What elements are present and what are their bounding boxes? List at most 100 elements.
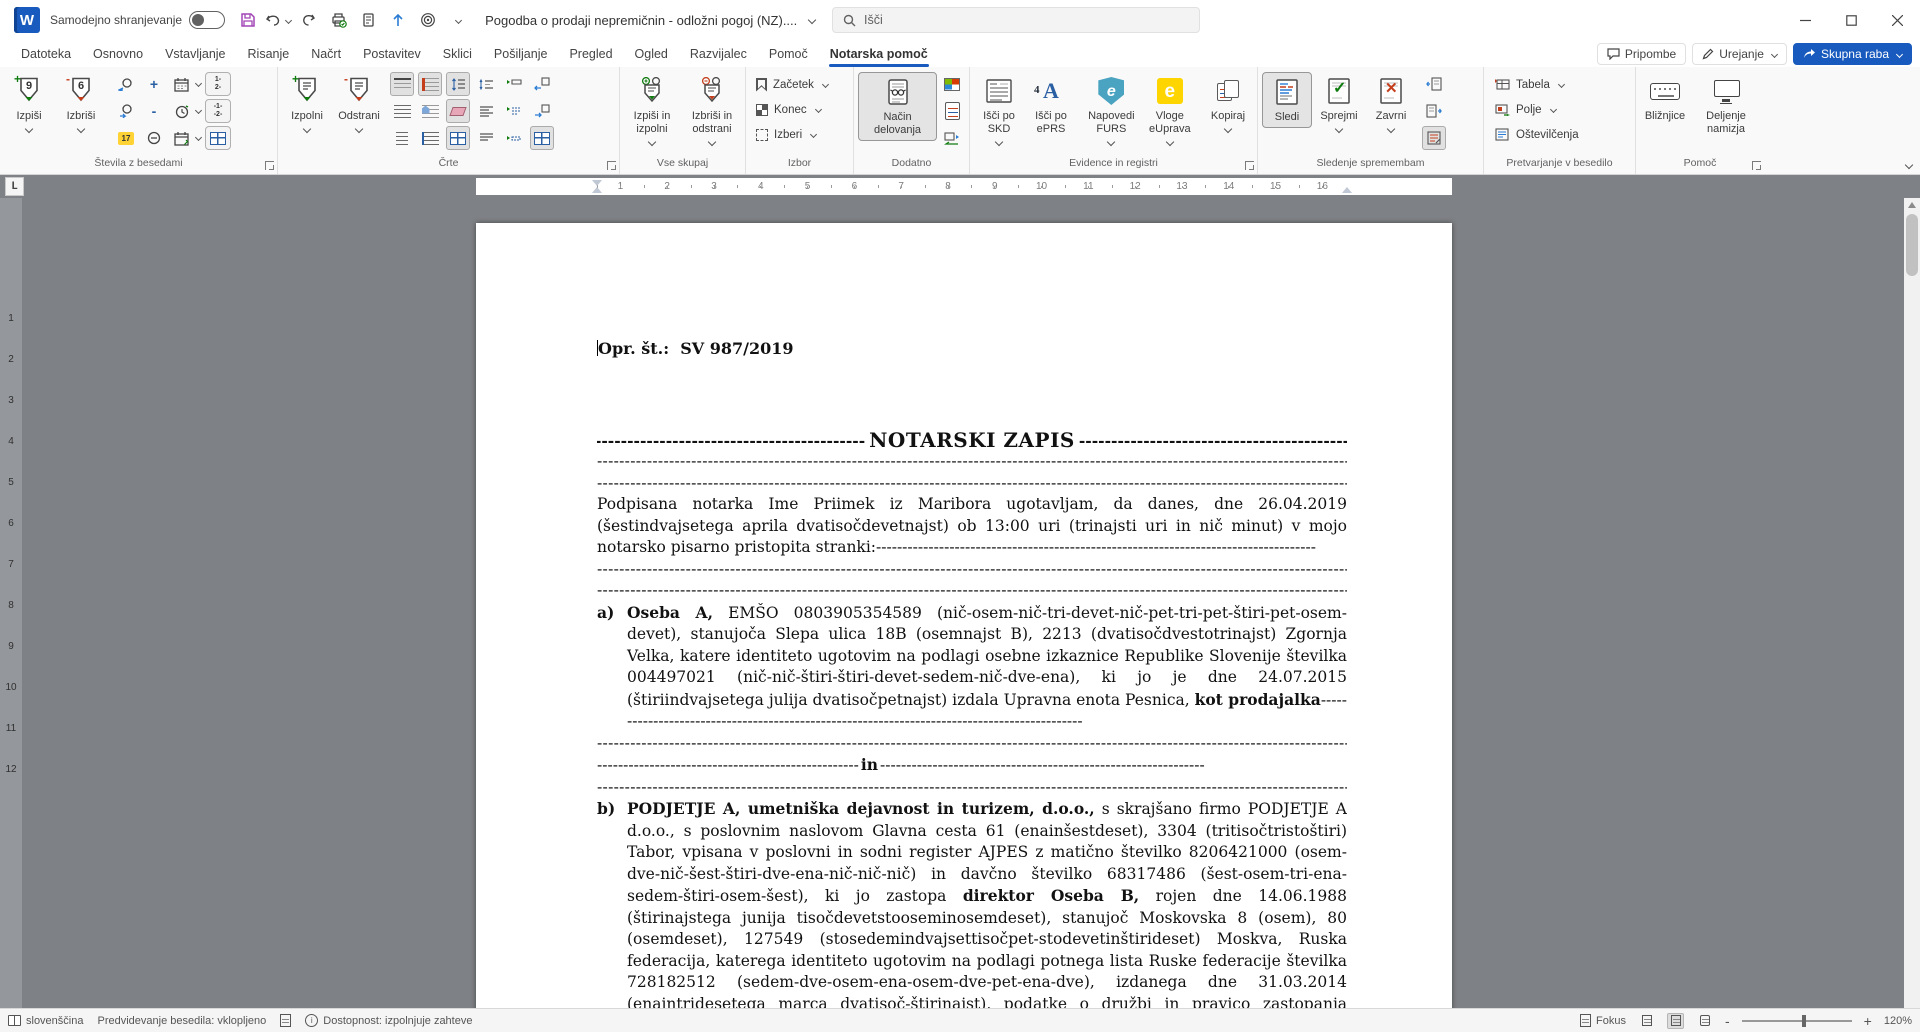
- qat-customize-icon[interactable]: [445, 7, 471, 33]
- document-page[interactable]: Opr. št.: SV 987/2019 -------------------…: [476, 223, 1452, 1008]
- line-spacing-button[interactable]: [446, 72, 470, 96]
- tab-risanje[interactable]: Risanje: [237, 40, 301, 67]
- sledi-button[interactable]: Sledi: [1262, 72, 1312, 128]
- izpolni-button[interactable]: + Izpolni: [282, 72, 332, 135]
- tab-selector[interactable]: L: [5, 177, 24, 196]
- bliznjice-button[interactable]: Bližnjice: [1640, 72, 1690, 126]
- paragraph[interactable]: b)PODJETJE A, umetniška dejavnost in tur…: [597, 798, 1347, 1008]
- undo-button[interactable]: [265, 7, 291, 33]
- read-mode-button[interactable]: [1638, 1013, 1655, 1029]
- markup-button[interactable]: [1422, 126, 1446, 150]
- word-logo-icon[interactable]: W: [14, 7, 40, 33]
- nacin-delovanja-button[interactable]: Način delovanja: [858, 72, 937, 141]
- izpisi-button[interactable]: 9+ Izpiši: [4, 72, 54, 135]
- indent-line-1-button[interactable]: [502, 72, 526, 96]
- tab-osnovno[interactable]: Osnovno: [82, 40, 154, 67]
- autosave-toggle[interactable]: [189, 11, 225, 29]
- vloge-euprava-button[interactable]: e Vloge eUprava: [1143, 72, 1197, 148]
- indent-line-3-button[interactable]: [502, 126, 526, 150]
- comments-button[interactable]: Pripombe: [1597, 43, 1686, 65]
- tab-postavitev[interactable]: Postavitev: [352, 40, 432, 67]
- prev-change-button[interactable]: [1422, 72, 1446, 96]
- dash-filler-line[interactable]: ----------------------------------------…: [597, 733, 1347, 755]
- isci-po-eprs-button[interactable]: 4A Išči po ePRS: [1026, 72, 1076, 139]
- text-prediction-status[interactable]: Predvidevanje besedila: vklopljeno: [97, 1015, 266, 1027]
- tabela-button[interactable]: Tabela: [1488, 72, 1631, 97]
- para-lines-button[interactable]: [474, 126, 498, 150]
- record-button[interactable]: [415, 7, 441, 33]
- line-dotted-button[interactable]: [390, 99, 414, 123]
- crte-dialog-launcher[interactable]: [607, 161, 616, 170]
- izbrisi-button[interactable]: 6- Izbriši: [56, 72, 106, 135]
- izpisi-in-izpolni-button[interactable]: Izpiši in izpolni: [624, 72, 680, 148]
- collapse-ribbon-icon[interactable]: [1905, 161, 1913, 169]
- numbered-lines-button[interactable]: [474, 72, 498, 96]
- vertical-ruler[interactable]: 123456789101112: [0, 198, 22, 1008]
- accessibility-status[interactable]: iDostopnost: izpolnjuje zahteve: [305, 1014, 472, 1027]
- vertical-scrollbar[interactable]: [1904, 198, 1920, 1008]
- connector-line[interactable]: ----------------------------------------…: [597, 754, 1347, 777]
- first-line-indent-marker[interactable]: [592, 180, 602, 186]
- tab-načrt[interactable]: Načrt: [300, 40, 352, 67]
- maximize-button[interactable]: [1828, 0, 1874, 40]
- tab-pošiljanje[interactable]: Pošiljanje: [483, 40, 559, 67]
- zoom-out-button[interactable]: -: [1725, 1016, 1730, 1026]
- table-words-button[interactable]: [205, 126, 231, 150]
- konec-button[interactable]: Konec: [750, 97, 849, 122]
- right-indent-marker[interactable]: [1342, 187, 1352, 193]
- add-number-button[interactable]: +: [142, 72, 166, 96]
- dash-filler-line[interactable]: ----------------------------------------…: [597, 777, 1347, 799]
- line-attach-button[interactable]: [418, 126, 442, 150]
- paragraph[interactable]: a)Oseba A, EMŠO 0803905354589 (nič-osem-…: [597, 602, 1347, 733]
- upload-button[interactable]: [385, 7, 411, 33]
- zoom-slider-thumb[interactable]: [1802, 1015, 1806, 1027]
- scrollbar-thumb[interactable]: [1906, 214, 1918, 276]
- kopiraj-button[interactable]: Kopiraj: [1203, 72, 1253, 135]
- tab-sklici[interactable]: Sklici: [432, 40, 483, 67]
- list-lines-button[interactable]: [474, 99, 498, 123]
- language-status[interactable]: slovenščina: [8, 1015, 83, 1027]
- cell-left-button[interactable]: [530, 72, 554, 96]
- share-button[interactable]: Skupna raba: [1793, 43, 1912, 65]
- horizontal-ruler[interactable]: 12345678910111213141516: [476, 178, 1452, 195]
- line-short-button[interactable]: [390, 126, 414, 150]
- zavrni-button[interactable]: ✕ Zavrni: [1366, 72, 1416, 135]
- eraser-lines-button[interactable]: [446, 99, 470, 123]
- zoom-slider[interactable]: [1742, 1020, 1852, 1022]
- deljenje-namizja-button[interactable]: Deljenje namizja: [1692, 72, 1760, 139]
- zacetek-button[interactable]: Začetek: [750, 72, 849, 97]
- amount-words-button[interactable]: 1-2-: [205, 72, 231, 96]
- print-layout-button[interactable]: [1667, 1013, 1684, 1029]
- focus-mode-button[interactable]: Fokus: [1580, 1014, 1626, 1027]
- indent-line-2-button[interactable]: [502, 99, 526, 123]
- dash-filler-line[interactable]: ----------------------------------------…: [597, 473, 1347, 495]
- napovedi-furs-button[interactable]: e Napovedi FURS: [1082, 72, 1141, 148]
- cell-table-button[interactable]: [530, 126, 554, 150]
- date-dropdown-icon[interactable]: [195, 80, 202, 87]
- proofing-status[interactable]: [280, 1014, 291, 1027]
- polje-button[interactable]: Polje: [1488, 97, 1631, 122]
- colored-table-button[interactable]: [940, 72, 964, 96]
- datetime-words-button[interactable]: [170, 126, 194, 150]
- dash-filler-line[interactable]: ----------------------------------------…: [597, 451, 1347, 473]
- isci-po-skd-button[interactable]: Išči po SKD: [974, 72, 1024, 148]
- reference-number-line[interactable]: Opr. št.: SV 987/2019: [597, 338, 1347, 360]
- ostevilcenja-button[interactable]: Oštevilčenja: [1488, 122, 1631, 147]
- pomoc-dialog-launcher[interactable]: [1752, 161, 1761, 170]
- remove-number-button[interactable]: -: [142, 99, 166, 123]
- date-words-button[interactable]: [170, 72, 194, 96]
- print-preview-button[interactable]: [325, 7, 351, 33]
- zoom-level[interactable]: 120%: [1884, 1015, 1912, 1027]
- sprejmi-button[interactable]: ✓ Sprejmi: [1314, 72, 1364, 135]
- dash-filler-line[interactable]: ----------------------------------------…: [597, 559, 1347, 581]
- tab-razvijalec[interactable]: Razvijalec: [679, 40, 758, 67]
- scroll-up-arrow[interactable]: [1908, 202, 1916, 208]
- hanging-indent-marker[interactable]: [592, 187, 602, 193]
- redo-button[interactable]: [295, 7, 321, 33]
- evidence-dialog-launcher[interactable]: [1245, 161, 1254, 170]
- link-number-button[interactable]: [142, 126, 166, 150]
- tab-pregled[interactable]: Pregled: [558, 40, 623, 67]
- close-button[interactable]: [1874, 0, 1920, 40]
- line-red-border-button[interactable]: [418, 72, 442, 96]
- document-text[interactable]: Opr. št.: SV 987/2019 -------------------…: [597, 338, 1347, 1008]
